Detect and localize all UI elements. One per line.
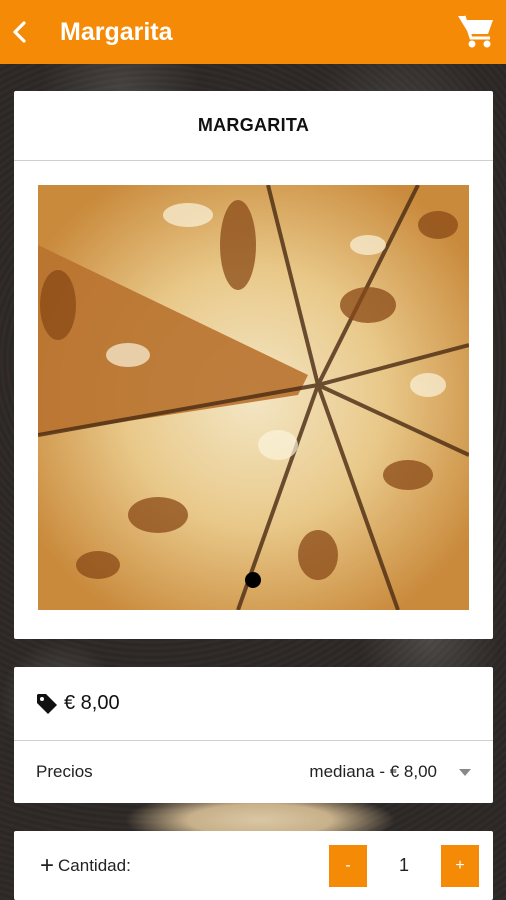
plus-icon: + (40, 851, 55, 879)
increment-button[interactable]: + (441, 844, 479, 887)
app-bar: Margarita (0, 0, 506, 64)
prices-select[interactable]: Precios mediana - € 8,00 (14, 741, 493, 803)
price-card: € 8,00 Precios mediana - € 8,00 (14, 667, 493, 803)
cart-button[interactable] (456, 12, 496, 50)
back-button[interactable] (0, 0, 40, 64)
quantity-label-group: + Cantidad: (40, 851, 131, 879)
decrement-button[interactable]: - (329, 844, 367, 887)
quantity-value: 1 (398, 855, 409, 875)
chevron-down-icon (459, 768, 471, 776)
page-title: Margarita (60, 17, 173, 46)
tag-icon (37, 693, 57, 714)
quantity-card: + Cantidad: - 1 + (14, 831, 493, 900)
cart-icon (458, 15, 493, 48)
quantity-label: Cantidad: (58, 855, 131, 875)
quantity-stepper: - 1 + (329, 844, 479, 887)
chevron-left-icon (13, 21, 26, 43)
prices-label: Precios (36, 762, 93, 781)
price-row: € 8,00 (14, 667, 493, 741)
price-value: € 8,00 (64, 692, 120, 714)
product-name: MARGARITA (14, 91, 493, 161)
prices-selected-value: mediana - € 8,00 (309, 762, 437, 781)
product-card: MARGARITA (14, 91, 493, 639)
product-image (38, 185, 469, 610)
image-indicator-dot (245, 572, 261, 588)
pizza-image (38, 185, 469, 610)
